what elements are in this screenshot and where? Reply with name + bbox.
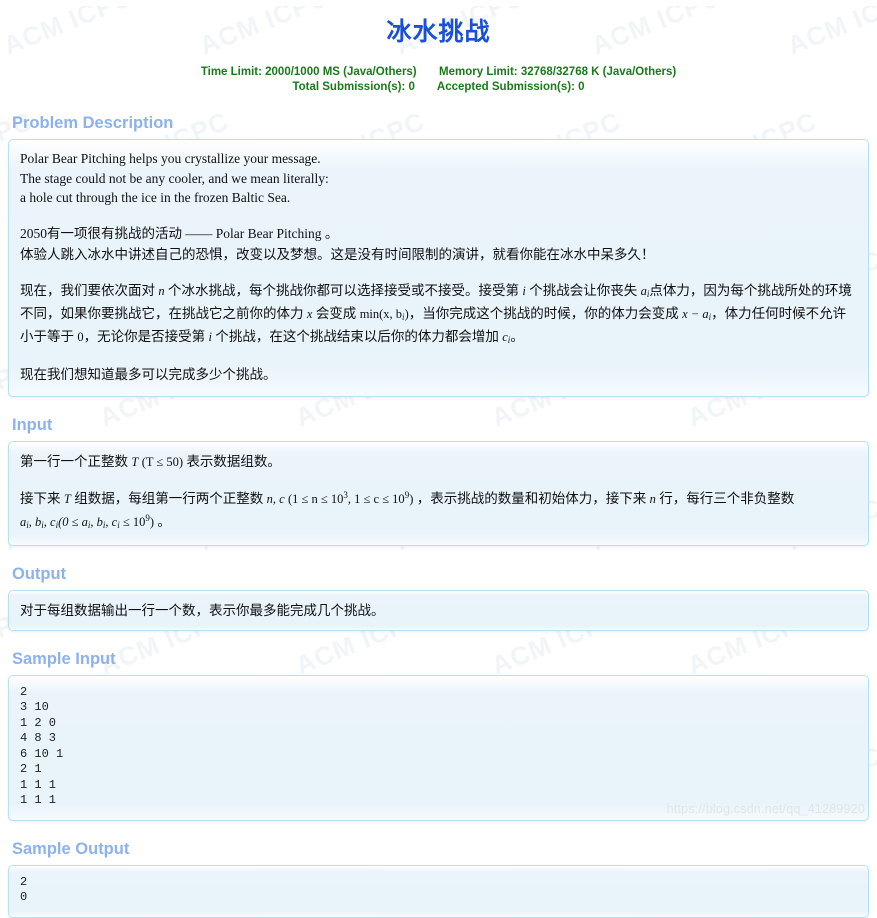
description-cn-line-1: 2050有一项很有挑战的活动 —— Polar Bear Pitching 。 <box>20 225 339 241</box>
abc-constraint-close: ) <box>149 514 155 529</box>
desc-p2-part-j: 个挑战，在这个挑战结束以后你的体力都会增加 <box>215 328 499 344</box>
accepted-submissions-text: Accepted Submission(s): 0 <box>436 81 585 93</box>
constraint-open: (1 ≤ n ≤ 10 <box>288 491 344 506</box>
input-l2-part-d: 行，每行三个非负整数 <box>659 490 795 506</box>
constraint-sup-3: 3 <box>343 489 348 500</box>
input-l1-part-b: 表示数据组数。 <box>186 453 281 469</box>
abc-constraint-sup: 9 <box>145 512 150 523</box>
desc-p2-part-f: ，当你完成这个挑战的时候，你的体力会变成 <box>408 305 679 321</box>
sample-input-code: 2 3 10 1 2 0 4 8 3 6 10 1 2 1 1 1 1 1 1 … <box>20 684 64 808</box>
memory-limit-text: Memory Limit: 32768/32768 K (Java/Others… <box>439 66 677 78</box>
var-n-2: n <box>649 491 656 506</box>
panel-sample-output: 2 0 <box>8 864 869 918</box>
var-T: T <box>131 454 139 469</box>
expr-min-subscript: i <box>402 312 405 322</box>
time-limit-text: Time Limit: 2000/1000 MS (Java/Others) <box>200 66 417 78</box>
total-submissions-text: Total Submission(s): 0 <box>292 81 415 93</box>
input-T-constraint: (T ≤ 50) <box>141 454 184 469</box>
panel-output: 对于每组数据输出一行一个数，表示你最多能完成几个挑战。 <box>8 589 869 631</box>
input-line-3: ai, bi, ci(0 ≤ ai, bi, ci ≤ 109) 。 <box>20 511 857 534</box>
input-line-2: 接下来 T 组数据，每组第一行两个正整数 n, c (1 ≤ n ≤ 103, … <box>20 488 857 511</box>
sample-output-code: 2 0 <box>20 874 28 905</box>
desc-p2-part-h: ，无论你是否接受第 <box>83 328 206 344</box>
var-n: n <box>158 283 165 298</box>
var-a-sub: i <box>26 520 29 530</box>
constraint-mid: , 1 ≤ c ≤ 10 <box>347 491 405 506</box>
section-heading-sample-input: Sample Input <box>12 649 116 668</box>
var-ai: a <box>640 283 647 298</box>
expr-x-minus-ai: x − a <box>682 306 709 321</box>
description-cn-line-2: 体验人跳入冰水中讲述自己的恐惧，改变以及梦想。这是没有时间限制的演讲，就看你能在… <box>20 246 655 262</box>
abc-csub-3: i <box>117 520 120 530</box>
var-c: , c <box>43 514 56 529</box>
limits-row-1: Time Limit: 2000/1000 MS (Java/Others) M… <box>8 65 869 80</box>
csdn-blog-watermark: https://blog.csdn.net/qq_41289920 <box>666 802 865 816</box>
panel-sample-input: 2 3 10 1 2 0 4 8 3 6 10 1 2 1 1 1 1 1 1 … <box>8 674 869 821</box>
description-paragraph-2: 现在，我们要依次面对 n 个冰水挑战，每个挑战你都可以选择接受或不接受。接受第 … <box>20 280 857 349</box>
constraint-sup-9: 9 <box>404 489 410 500</box>
problem-limits: Time Limit: 2000/1000 MS (Java/Others) M… <box>8 65 869 95</box>
var-ci-subscript: i <box>507 335 511 345</box>
desc-p2-part-a: 现在，我们要依次面对 <box>20 282 155 298</box>
input-l2-part-a: 接下来 <box>20 490 61 506</box>
description-paragraph-3: 现在我们想知道最多可以完成多少个挑战。 <box>20 366 277 382</box>
expr-x-minus-ai-subscript: i <box>708 312 712 322</box>
limits-row-2: Total Submission(s): 0 Accepted Submissi… <box>8 80 869 95</box>
abc-constraint-mid-2: , c <box>105 514 118 529</box>
var-c-sub: i <box>55 520 59 530</box>
var-x: x <box>306 306 313 321</box>
abc-constraint-end: ≤ 10 <box>119 514 146 529</box>
var-ci: c <box>502 329 508 344</box>
desc-p2-part-b: 个冰水挑战，每个挑战你都可以选择接受或不接受。接受第 <box>168 282 519 298</box>
desc-p2-part-c: 个挑战会让你丧失 <box>529 282 638 298</box>
var-i: i <box>522 283 526 298</box>
section-heading-input: Input <box>12 415 53 434</box>
panel-input: 第一行一个正整数 T (T ≤ 50) 表示数据组数。 接下来 T 组数据，每组… <box>8 440 869 546</box>
var-T-2: T <box>63 491 71 506</box>
var-b-sub: i <box>41 520 44 530</box>
var-ai-subscript: i <box>646 289 650 299</box>
description-en-line-1: Polar Bear Pitching helps you crystalliz… <box>20 151 321 166</box>
input-l1-part-a: 第一行一个正整数 <box>20 453 128 469</box>
output-text: 对于每组数据输出一行一个数，表示你最多能完成几个挑战。 <box>20 602 385 618</box>
description-en-line-3: a hole cut through the ice in the frozen… <box>20 190 291 205</box>
section-heading-sample-output: Sample Output <box>12 839 130 858</box>
abc-constraint-open: (0 ≤ a <box>58 514 88 529</box>
problem-page: 冰水挑战 Time Limit: 2000/1000 MS (Java/Othe… <box>0 6 877 918</box>
desc-p2-part-k: 。 <box>510 328 524 344</box>
description-en-line-2: The stage could not be any cooler, and w… <box>20 170 329 186</box>
input-l2-part-c: ，表示挑战的数量和初始体力，接下来 <box>416 490 647 506</box>
constraint-close: ) <box>409 491 414 506</box>
abc-constraint-mid-1: , b <box>90 514 103 529</box>
panel-description: Polar Bear Pitching helps you crystalliz… <box>8 139 869 397</box>
abc-period: 。 <box>157 513 171 529</box>
var-i-2: i <box>208 329 212 344</box>
vars-n-c: n, c <box>266 491 285 506</box>
page-title: 冰水挑战 <box>386 18 491 46</box>
input-line-1: 第一行一个正整数 T (T ≤ 50) 表示数据组数。 <box>20 451 857 473</box>
var-b: , b <box>28 514 42 529</box>
section-heading-output: Output <box>12 564 67 583</box>
section-heading-description: Problem Description <box>12 114 174 132</box>
desc-p2-part-e: 会变成 <box>315 305 357 321</box>
input-l2-part-b: 组数据，每组第一行两个正整数 <box>74 490 264 506</box>
expr-min: min(x, b <box>359 306 403 321</box>
